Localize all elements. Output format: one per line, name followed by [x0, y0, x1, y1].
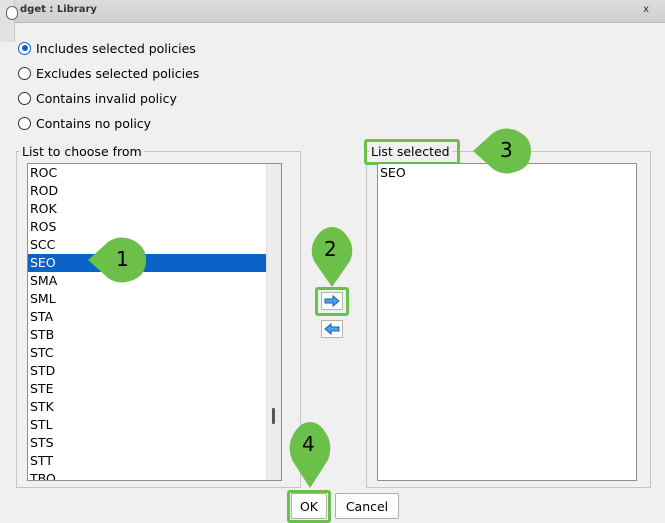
- callout-2: 2: [311, 225, 353, 289]
- title-bar: dget : Library x: [0, 0, 665, 23]
- callout-number: 2: [324, 237, 337, 261]
- callout-highlight-list-selected: [364, 139, 460, 165]
- callout-1: 1: [86, 237, 148, 283]
- scrollbar-thumb[interactable]: [272, 408, 275, 424]
- close-icon[interactable]: x: [643, 4, 649, 15]
- list-item[interactable]: STD: [28, 362, 281, 380]
- list-item[interactable]: SCC: [28, 236, 281, 254]
- choose-scrollbar[interactable]: [266, 164, 281, 480]
- choose-listbox[interactable]: ROC ROD ROK ROS SCC SEO SMA SML STA STB …: [27, 163, 282, 481]
- callout-highlight-add: [315, 287, 349, 316]
- choose-list: ROC ROD ROK ROS SCC SEO SMA SML STA STB …: [28, 164, 281, 480]
- background-app-strip: [0, 0, 18, 42]
- selected-listbox[interactable]: SEO: [377, 163, 637, 481]
- list-item[interactable]: STT: [28, 452, 281, 470]
- left-arrow-icon: [324, 323, 340, 335]
- list-item[interactable]: STK: [28, 398, 281, 416]
- radio-includes[interactable]: Includes selected policies: [18, 39, 196, 57]
- list-item[interactable]: STB: [28, 326, 281, 344]
- list-item[interactable]: STA: [28, 308, 281, 326]
- radio-label: Contains invalid policy: [36, 90, 177, 106]
- callout-number: 3: [500, 138, 513, 162]
- callout-3: 3: [471, 128, 533, 174]
- list-item[interactable]: ROD: [28, 182, 281, 200]
- list-item[interactable]: ROS: [28, 218, 281, 236]
- callout-number: 4: [302, 432, 315, 456]
- list-item[interactable]: STE: [28, 380, 281, 398]
- radio-label: Includes selected policies: [36, 40, 196, 56]
- callout-highlight-ok: [287, 490, 331, 523]
- radio-label: Excludes selected policies: [36, 65, 200, 81]
- radio-button-icon[interactable]: [18, 41, 31, 55]
- list-item[interactable]: STC: [28, 344, 281, 362]
- list-item[interactable]: STL: [28, 416, 281, 434]
- radio-button-icon[interactable]: [18, 66, 31, 80]
- window-title: dget : Library: [20, 4, 97, 15]
- app-icon: [6, 6, 18, 20]
- cancel-button[interactable]: Cancel: [335, 493, 399, 519]
- list-item[interactable]: TBO: [28, 470, 281, 480]
- list-item[interactable]: ROK: [28, 200, 281, 218]
- choose-group-label: List to choose from: [20, 144, 144, 159]
- list-item[interactable]: SML: [28, 290, 281, 308]
- callout-number: 1: [116, 247, 129, 271]
- callout-4: 4: [289, 420, 331, 490]
- list-item[interactable]: STS: [28, 434, 281, 452]
- radio-no-policy[interactable]: Contains no policy: [18, 114, 151, 132]
- radio-label: Contains no policy: [36, 115, 152, 131]
- radio-excludes[interactable]: Excludes selected policies: [18, 64, 199, 82]
- remove-button[interactable]: [321, 320, 343, 338]
- radio-button-icon[interactable]: [18, 116, 31, 130]
- radio-button-icon[interactable]: [18, 91, 31, 105]
- radio-invalid[interactable]: Contains invalid policy: [18, 89, 177, 107]
- list-item[interactable]: SMA: [28, 272, 281, 290]
- list-item[interactable]: ROC: [28, 164, 281, 182]
